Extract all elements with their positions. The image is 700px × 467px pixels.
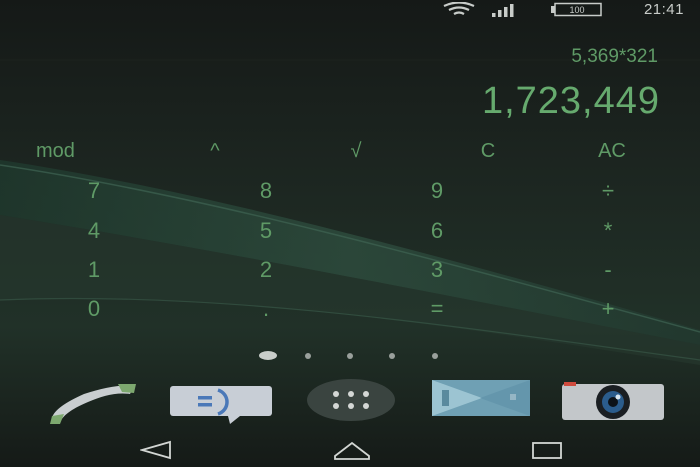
- multiply-key[interactable]: *: [568, 218, 648, 244]
- battery-level: 100: [569, 5, 585, 15]
- calc-expression: 5,369*321: [571, 46, 658, 67]
- key-7[interactable]: 7: [54, 178, 134, 204]
- calc-row-4: 0 . = +: [0, 296, 700, 322]
- key-0[interactable]: 0: [54, 296, 134, 322]
- power-key[interactable]: ^: [175, 140, 255, 163]
- sqrt-key[interactable]: √: [316, 140, 396, 163]
- calc-row-1: 7 8 9 ÷: [0, 178, 700, 204]
- page-dot-current[interactable]: [259, 351, 277, 360]
- all-clear-key[interactable]: AC: [572, 140, 652, 163]
- messaging-icon[interactable]: [168, 378, 274, 426]
- app-drawer-icon[interactable]: [305, 378, 397, 426]
- key-8[interactable]: 8: [226, 178, 306, 204]
- decimal-key[interactable]: .: [226, 296, 306, 322]
- key-4[interactable]: 4: [54, 218, 134, 244]
- recents-icon[interactable]: [530, 440, 564, 465]
- page-dot[interactable]: [389, 353, 395, 359]
- add-key[interactable]: +: [568, 296, 648, 322]
- calc-row-3: 1 2 3 -: [0, 257, 700, 283]
- subtract-key[interactable]: -: [568, 257, 648, 283]
- key-1[interactable]: 1: [54, 257, 134, 283]
- app-dock: [0, 378, 700, 426]
- key-3[interactable]: 3: [397, 257, 477, 283]
- calc-result: 1,723,449: [481, 80, 660, 122]
- page-dot[interactable]: [305, 353, 311, 359]
- key-6[interactable]: 6: [397, 218, 477, 244]
- home-icon[interactable]: [332, 440, 372, 465]
- signal-icon: [490, 2, 520, 23]
- page-indicator: [0, 350, 700, 362]
- page-dot[interactable]: [347, 353, 353, 359]
- camera-icon[interactable]: [560, 378, 666, 426]
- calc-row-2: 4 5 6 *: [0, 218, 700, 244]
- phone-icon[interactable]: [44, 378, 140, 426]
- video-icon[interactable]: [430, 378, 532, 426]
- divide-key[interactable]: ÷: [568, 178, 648, 204]
- page-dot[interactable]: [432, 353, 438, 359]
- mod-key[interactable]: mod: [36, 140, 116, 163]
- status-bar: 100 21:41: [0, 0, 700, 22]
- key-2[interactable]: 2: [226, 257, 306, 283]
- status-time: 21:41: [643, 1, 684, 18]
- navigation-bar: [0, 432, 700, 467]
- back-icon[interactable]: [138, 440, 174, 465]
- clear-key[interactable]: C: [448, 140, 528, 163]
- equals-key[interactable]: =: [397, 296, 477, 322]
- key-9[interactable]: 9: [397, 178, 477, 204]
- wifi-icon: [442, 1, 476, 23]
- key-5[interactable]: 5: [226, 218, 306, 244]
- calc-function-row: mod ^ √ C AC: [0, 140, 700, 166]
